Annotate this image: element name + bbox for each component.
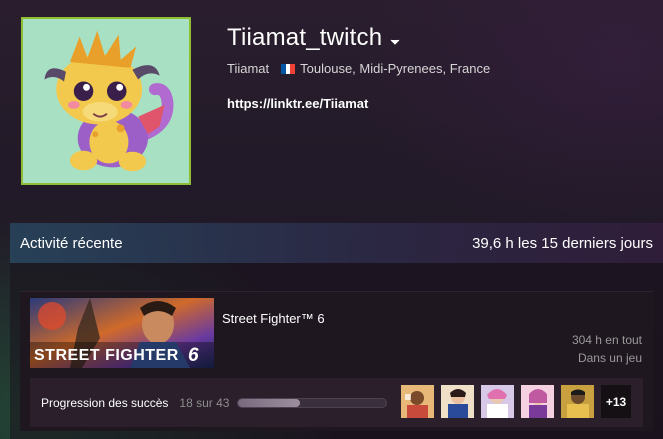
achievement-icon-2[interactable] [441,385,474,418]
game-hours-total: 304 h en tout [571,333,642,347]
achievement-icons: +13 [401,385,631,418]
location: Toulouse, Midi-Pyrenees, France [300,61,491,76]
achievement-progress-row: Progression des succès 18 sur 43 +13 [30,378,643,427]
achievement-icon-5[interactable] [561,385,594,418]
street-fighter-capsule-icon: STREET FIGHTER 6 [30,298,214,368]
profile-link[interactable]: https://linktr.ee/Tiiamat [227,96,368,111]
profile-subline: Tiiamat Toulouse, Midi-Pyrenees, France [227,61,490,76]
achievement-count: 18 sur 43 [179,395,230,410]
capsule-title: STREET FIGHTER [34,347,179,364]
game-name-link[interactable]: Street Fighter™ 6 [222,311,325,326]
game-capsule[interactable]: STREET FIGHTER 6 [30,298,214,368]
persona-name: Tiiamat_twitch [227,24,383,51]
profile-avatar [21,17,191,185]
game-last-played: Dans un jeu [577,351,642,365]
achievement-icon-4[interactable] [521,385,554,418]
achievement-icon-1[interactable] [401,385,434,418]
dragon-avatar-icon [23,19,189,183]
achievement-icon-3[interactable] [481,385,514,418]
achievement-progress-bar [237,397,388,408]
france-flag-icon [281,63,296,74]
capsule-number: 6 [188,345,199,366]
chevron-down-icon[interactable] [390,38,400,46]
profile-name-row: Tiiamat_twitch [227,24,400,52]
recent-activity-title: Activité récente [20,234,123,252]
recent-activity-hours: 39,6 h les 15 derniers jours [472,234,653,252]
recent-activity-header: Activité récente 39,6 h les 15 derniers … [10,223,663,263]
achievement-progress-fill [238,398,301,407]
real-name: Tiiamat [227,61,270,76]
achievement-more-button[interactable]: +13 [601,385,631,418]
achievement-label: Progression des succès [41,395,169,410]
